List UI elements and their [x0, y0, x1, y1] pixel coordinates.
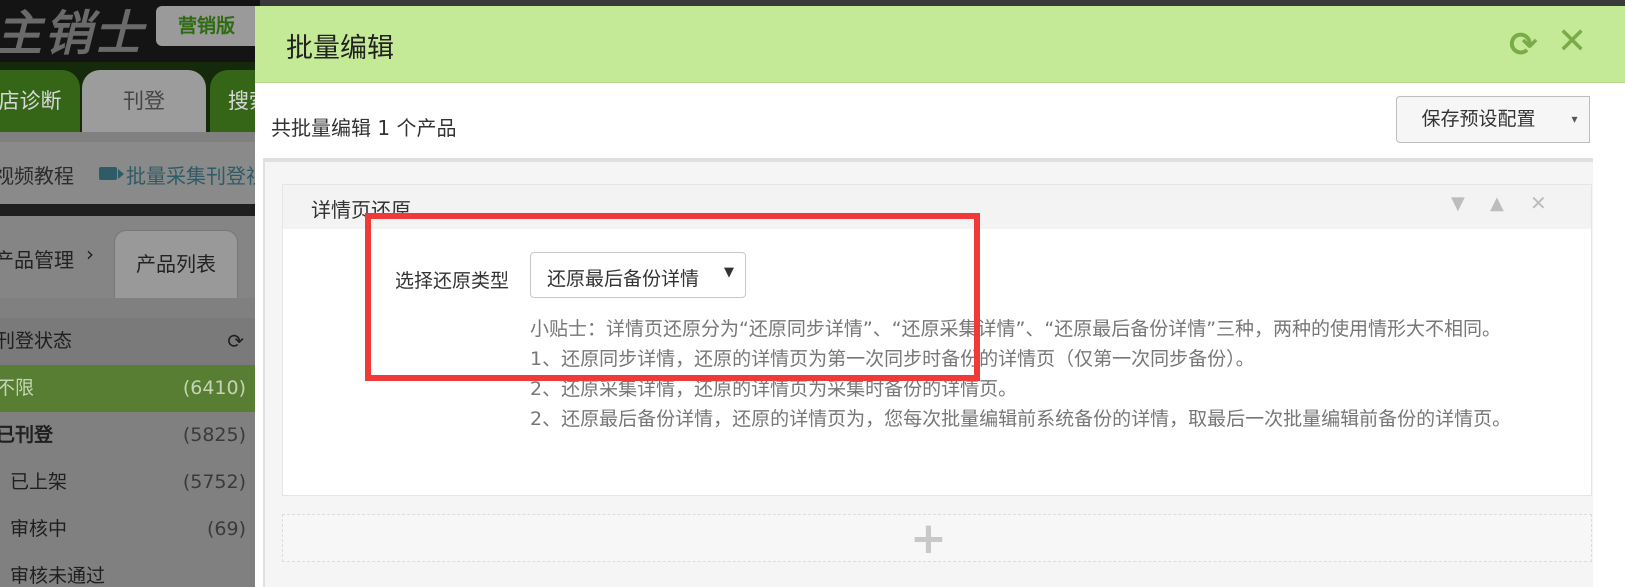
filter-row[interactable]: 不限 (6410)	[0, 365, 260, 412]
filter-row[interactable]: 审核未通过	[0, 553, 260, 587]
video-tutorial-link[interactable]: 视频教程	[0, 160, 74, 189]
filter-row-label: 审核中	[10, 518, 68, 540]
restore-type-label: 选择还原类型	[395, 270, 510, 292]
background-app: 主销士 营销版 店诊断 刊登 搜索 视频教程 批量采集刊登视频 产品管理 › 产…	[0, 0, 260, 587]
close-icon[interactable]: ✕	[1557, 24, 1587, 60]
save-preset-button[interactable]: 保存预设配置	[1396, 96, 1561, 143]
filter-heading-label: 刊登状态	[0, 330, 73, 352]
add-widget-button[interactable]: +	[282, 514, 1592, 562]
tips-text: 小贴士：详情页还原分为“还原同步详情”、“还原采集详情”、“还原最后备份详情”三…	[530, 314, 1570, 434]
filter-row-label: 不限	[0, 377, 35, 399]
filter-row[interactable]: 审核中 (69)	[0, 506, 260, 553]
modal-header: 批量编辑 ⟳ ✕	[255, 6, 1625, 83]
filter-row-count: (5752)	[182, 471, 246, 493]
refresh-icon[interactable]: ⟳	[1509, 28, 1538, 62]
nav-tab-search[interactable]: 搜索	[210, 70, 260, 132]
nav-tab-publish[interactable]: 刊登	[82, 70, 206, 132]
tip-line: 2、还原采集详情，还原的详情页为采集时备份的详情页。	[530, 378, 1018, 400]
plus-icon: +	[910, 513, 947, 564]
app-logo: 主销士	[0, 6, 145, 62]
tip-line: 1、还原同步详情，还原的详情页为第一次同步时备份的详情页（仅第一次同步备份）。	[530, 348, 1255, 370]
restore-type-value: 还原最后备份详情	[547, 268, 700, 290]
filter-row[interactable]: 已刊登 (5825)	[0, 412, 260, 459]
nav-tab-diagnosis[interactable]: 店诊断	[0, 70, 80, 132]
batch-collect-link[interactable]: 批量采集刊登视频	[126, 160, 260, 189]
help-links: 视频教程 批量采集刊登视频	[0, 142, 260, 204]
filter-row-count: (5825)	[182, 424, 246, 446]
tip-line: 小贴士：详情页还原分为“还原同步详情”、“还原采集详情”、“还原最后备份详情”三…	[530, 318, 1502, 340]
filter-heading: 刊登状态 ⟳	[0, 318, 260, 365]
breadcrumb-current-tab[interactable]: 产品列表	[114, 230, 238, 298]
detail-restore-widget: 详情页还原 ▼ ▲ ✕ 选择还原类型 还原最后备份详情 ▼ 小贴士：详情页还原分…	[282, 184, 1592, 496]
filter-row-count: (6410)	[182, 377, 246, 399]
product-count-text: 共批量编辑 1 个产品	[271, 116, 457, 140]
filter-row-label: 已上架	[10, 471, 68, 493]
chevron-right-icon: ›	[86, 242, 94, 266]
divider	[0, 204, 260, 216]
app-topbar: 主销士 营销版	[0, 0, 260, 62]
chevron-down-icon: ▼	[724, 265, 734, 280]
tip-line: 2、还原最后备份详情，还原的详情页为，您每次批量编辑前系统备份的详情，取最后一次…	[530, 408, 1512, 430]
video-icon	[99, 167, 124, 180]
filter-row[interactable]: 已上架 (5752)	[0, 459, 260, 506]
widget-header: 详情页还原 ▼ ▲ ✕	[283, 185, 1591, 229]
modal-title: 批量编辑	[286, 33, 394, 64]
chevron-up-icon[interactable]: ▲	[1490, 193, 1504, 214]
widget-title: 详情页还原	[311, 198, 411, 222]
filter-row-label: 已刊登	[0, 424, 54, 446]
batch-edit-modal: 批量编辑 ⟳ ✕ 共批量编辑 1 个产品 保存预设配置 ▾ 详情页还原 ▼ ▲ …	[255, 6, 1625, 587]
edit-panel: 详情页还原 ▼ ▲ ✕ 选择还原类型 还原最后备份详情 ▼ 小贴士：详情页还原分…	[263, 158, 1593, 587]
publish-status-filter: 刊登状态 ⟳ 不限 (6410) 已刊登 (5825) 已上架 (5752) 审…	[0, 318, 260, 587]
chevron-down-icon[interactable]: ▾	[1560, 96, 1590, 143]
breadcrumb-parent[interactable]: 产品管理	[0, 244, 74, 273]
main-nav: 店诊断 刊登 搜索	[0, 62, 260, 132]
filter-row-count: (69)	[206, 518, 246, 540]
restore-type-select[interactable]: 还原最后备份详情 ▼	[530, 252, 746, 298]
chevron-down-icon[interactable]: ▼	[1451, 193, 1465, 214]
breadcrumb: 产品管理 › 产品列表	[0, 216, 260, 298]
edition-button[interactable]: 营销版	[156, 6, 260, 46]
refresh-icon[interactable]: ⟳	[227, 318, 244, 365]
filter-row-label: 审核未通过	[10, 565, 106, 587]
close-icon[interactable]: ✕	[1530, 191, 1547, 215]
